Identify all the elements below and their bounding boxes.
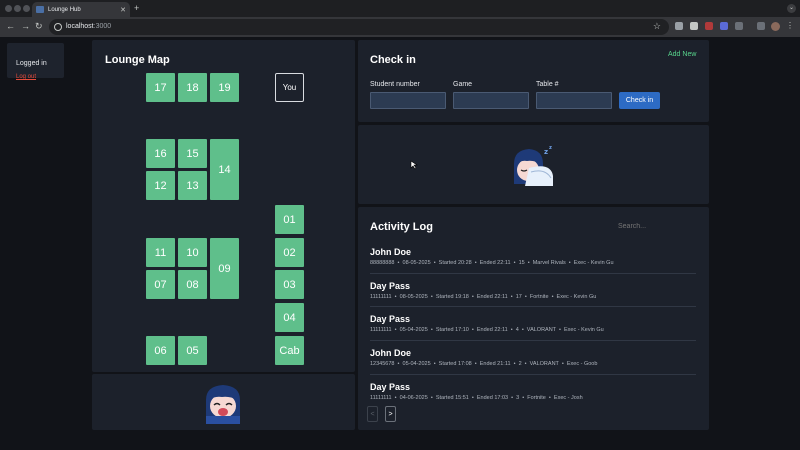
student-number-input[interactable] <box>370 92 446 109</box>
station-02[interactable]: 02 <box>275 238 304 267</box>
station-12[interactable]: 12 <box>146 171 175 200</box>
station-cab[interactable]: Cab <box>275 336 304 365</box>
entry-meta: 11111111 • 04-06-2025 • Started 15:51 • … <box>370 395 583 401</box>
checkin-title: Check in <box>370 54 416 66</box>
extension-icon[interactable] <box>705 22 713 30</box>
reload-icon[interactable]: ↻ <box>35 21 43 31</box>
station-16[interactable]: 16 <box>146 139 175 168</box>
back-icon[interactable]: ← <box>6 21 15 31</box>
station-19[interactable]: 19 <box>210 73 239 102</box>
add-new-link[interactable]: Add New <box>668 51 696 58</box>
table-label: Table # <box>536 81 559 88</box>
svg-text:z: z <box>544 148 548 156</box>
entry-name: Day Pass <box>370 314 411 324</box>
station-05[interactable]: 05 <box>178 336 207 365</box>
extension-icon[interactable] <box>720 22 728 30</box>
session-box: Logged in Log out <box>7 43 64 80</box>
tab-search-icon[interactable]: ⌄ <box>787 4 796 13</box>
close-window-icon[interactable] <box>5 5 12 12</box>
checkin-button[interactable]: Check in <box>619 92 660 109</box>
extension-icon[interactable] <box>675 22 683 30</box>
activity-entry[interactable]: John Doe 12345678 • 05-04-2025 • Started… <box>370 348 696 367</box>
extensions-puzzle-icon[interactable] <box>735 22 743 30</box>
station-07[interactable]: 07 <box>146 270 175 299</box>
station-10[interactable]: 10 <box>178 238 207 267</box>
maximize-window-icon[interactable] <box>23 5 30 12</box>
tab-title: Lounge Hub <box>48 6 81 13</box>
minimize-window-icon[interactable] <box>14 5 21 12</box>
divider <box>370 273 696 274</box>
entry-meta: 11111111 • 05-04-2025 • Started 17:10 • … <box>370 327 604 333</box>
favicon-icon <box>36 6 44 13</box>
station-03[interactable]: 03 <box>275 270 304 299</box>
station-06[interactable]: 06 <box>146 336 175 365</box>
tab-close-icon[interactable]: ✕ <box>120 6 126 14</box>
prev-page-button[interactable]: < <box>367 406 378 422</box>
divider <box>370 374 696 375</box>
mouse-cursor-icon <box>410 160 418 170</box>
next-page-button[interactable]: > <box>385 406 396 422</box>
divider <box>370 340 696 341</box>
activity-entry[interactable]: Day Pass 11111111 • 08-05-2025 • Started… <box>370 281 696 300</box>
address-bar[interactable]: localhost:3000 ☆ <box>49 19 669 35</box>
browser-tab-bar: Lounge Hub ✕ + ⌄ <box>0 0 800 17</box>
activity-search-input[interactable] <box>618 219 698 233</box>
station-09[interactable]: 09 <box>210 238 239 299</box>
station-14[interactable]: 14 <box>210 139 239 200</box>
forward-icon[interactable]: → <box>21 21 30 31</box>
entry-meta: 12345678 • 05-04-2025 • Started 17:08 • … <box>370 361 598 367</box>
new-tab-icon[interactable]: + <box>134 3 139 13</box>
mascot-sleeping-icon: z z <box>514 145 553 186</box>
browser-menu-icon[interactable]: ⋮ <box>786 21 794 30</box>
activity-entry[interactable]: John Doe 88888888 • 08-05-2025 • Started… <box>370 247 696 266</box>
profile-avatar[interactable] <box>771 22 780 31</box>
site-info-icon[interactable] <box>54 23 62 31</box>
table-input[interactable] <box>536 92 612 109</box>
logout-link[interactable]: Log out <box>16 74 55 80</box>
mascot-laughing-icon <box>202 382 244 424</box>
station-18[interactable]: 18 <box>178 73 207 102</box>
station-01[interactable]: 01 <box>275 205 304 234</box>
activity-log-title: Activity Log <box>370 221 433 233</box>
svg-text:z: z <box>549 145 552 151</box>
entry-meta: 88888888 • 08-05-2025 • Started 20:28 • … <box>370 260 614 266</box>
station-04[interactable]: 04 <box>275 303 304 332</box>
entry-name: John Doe <box>370 348 412 358</box>
game-label: Game <box>453 81 473 88</box>
entry-name: Day Pass <box>370 382 411 392</box>
station-11[interactable]: 11 <box>146 238 175 267</box>
browser-tab[interactable]: Lounge Hub ✕ <box>32 2 130 17</box>
entry-meta: 11111111 • 08-05-2025 • Started 19:18 • … <box>370 294 597 300</box>
entry-name: John Doe <box>370 247 412 257</box>
student-number-label: Student number <box>370 81 420 88</box>
activity-entry[interactable]: Day Pass 11111111 • 04-06-2025 • Started… <box>370 382 696 401</box>
you-marker: You <box>275 73 304 102</box>
download-icon[interactable] <box>757 22 765 30</box>
url-text: localhost:3000 <box>66 23 112 30</box>
station-13[interactable]: 13 <box>178 171 207 200</box>
station-08[interactable]: 08 <box>178 270 207 299</box>
extension-icon[interactable] <box>690 22 698 30</box>
station-15[interactable]: 15 <box>178 139 207 168</box>
game-input[interactable] <box>453 92 529 109</box>
bookmark-star-icon[interactable]: ☆ <box>653 21 661 32</box>
divider <box>370 306 696 307</box>
entry-name: Day Pass <box>370 281 411 291</box>
lounge-map-title: Lounge Map <box>105 54 170 66</box>
browser-toolbar: ← → ↻ localhost:3000 ☆ ⋮ <box>0 17 800 37</box>
activity-entry[interactable]: Day Pass 11111111 • 05-04-2025 • Started… <box>370 314 696 333</box>
station-17[interactable]: 17 <box>146 73 175 102</box>
login-status: Logged in <box>16 60 47 67</box>
